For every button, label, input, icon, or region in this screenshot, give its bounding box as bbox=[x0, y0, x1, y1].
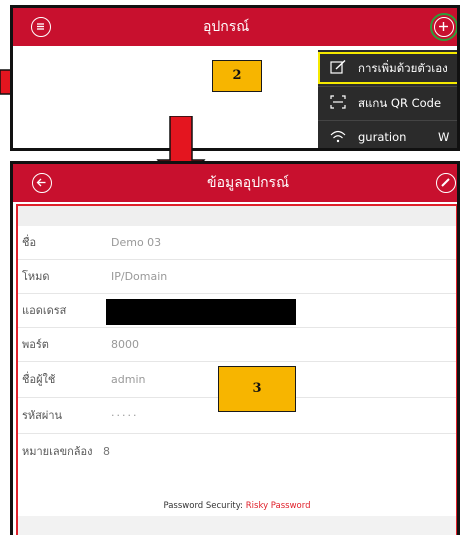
manual-add-menu-item[interactable]: การเพิ่มด้วยตัวเอง bbox=[318, 52, 457, 84]
bottom-spacer bbox=[18, 516, 456, 535]
bottom-header-bar: ข้อมูลอุปกรณ์ bbox=[13, 164, 457, 202]
mode-value: IP/Domain bbox=[111, 270, 168, 283]
top-header-bar: อุปกรณ์ bbox=[13, 8, 457, 46]
scan-qr-label: สแกน QR Code bbox=[358, 96, 442, 110]
device-info-screen: ข้อมูลอุปกรณ์ ชื่อ Demo 03 โหมด IP/Domai… bbox=[10, 161, 460, 535]
form-row-name[interactable]: ชื่อ Demo 03 bbox=[18, 226, 456, 260]
mode-label: โหมด bbox=[22, 270, 50, 283]
wifi-config-extra: W bbox=[438, 130, 450, 144]
form-row-mode[interactable]: โหมด IP/Domain bbox=[18, 260, 456, 294]
wifi-icon bbox=[330, 130, 346, 143]
scan-qr-menu-item[interactable]: สแกน QR Code bbox=[318, 86, 457, 119]
username-value: admin bbox=[111, 373, 146, 386]
edit-pencil-circle-icon[interactable] bbox=[436, 173, 456, 193]
menu-circle-icon[interactable] bbox=[31, 17, 51, 37]
manual-add-label: การเพิ่มด้วยตัวเอง bbox=[358, 61, 448, 75]
port-value: 8000 bbox=[111, 338, 139, 351]
plus-circle-icon[interactable] bbox=[434, 17, 454, 37]
bottom-page-title: ข้อมูลอุปกรณ์ bbox=[207, 175, 290, 191]
wifi-config-menu-item[interactable]: guration W bbox=[318, 120, 457, 148]
add-device-dropdown: การเพิ่มด้วยตัวเอง สแกน QR Code guration… bbox=[318, 50, 457, 148]
password-security-label: Password Security: bbox=[163, 501, 244, 511]
step-2-badge: 2 bbox=[212, 60, 262, 92]
top-page-title: อุปกรณ์ bbox=[203, 19, 250, 35]
name-label: ชื่อ bbox=[22, 236, 37, 249]
password-security-line: Password Security: Risky Password bbox=[18, 496, 456, 516]
back-circle-icon[interactable] bbox=[32, 173, 52, 193]
top-spacer bbox=[18, 206, 456, 226]
form-row-camera-no[interactable]: หมายเลขกล้อง 8 bbox=[18, 434, 456, 470]
camera-no-value: 8 bbox=[103, 445, 110, 458]
form-row-port[interactable]: พอร์ต 8000 bbox=[18, 328, 456, 362]
port-label: พอร์ต bbox=[22, 338, 49, 351]
password-value: ····· bbox=[111, 409, 139, 422]
address-label: แอดเดรส bbox=[22, 304, 67, 317]
password-security-value: Risky Password bbox=[245, 501, 311, 511]
wifi-config-label: guration bbox=[358, 130, 407, 144]
redacted-address-block bbox=[106, 299, 296, 325]
name-value: Demo 03 bbox=[111, 236, 162, 249]
edit-square-icon bbox=[330, 60, 346, 74]
qr-scan-icon bbox=[330, 95, 346, 109]
camera-no-label: หมายเลขกล้อง bbox=[22, 445, 93, 458]
form-row-address[interactable]: แอดเดรส bbox=[18, 294, 456, 328]
step-3-badge: 3 bbox=[218, 366, 296, 412]
password-label: รหัสผ่าน bbox=[22, 409, 63, 422]
username-label: ชื่อผู้ใช้ bbox=[22, 373, 56, 386]
